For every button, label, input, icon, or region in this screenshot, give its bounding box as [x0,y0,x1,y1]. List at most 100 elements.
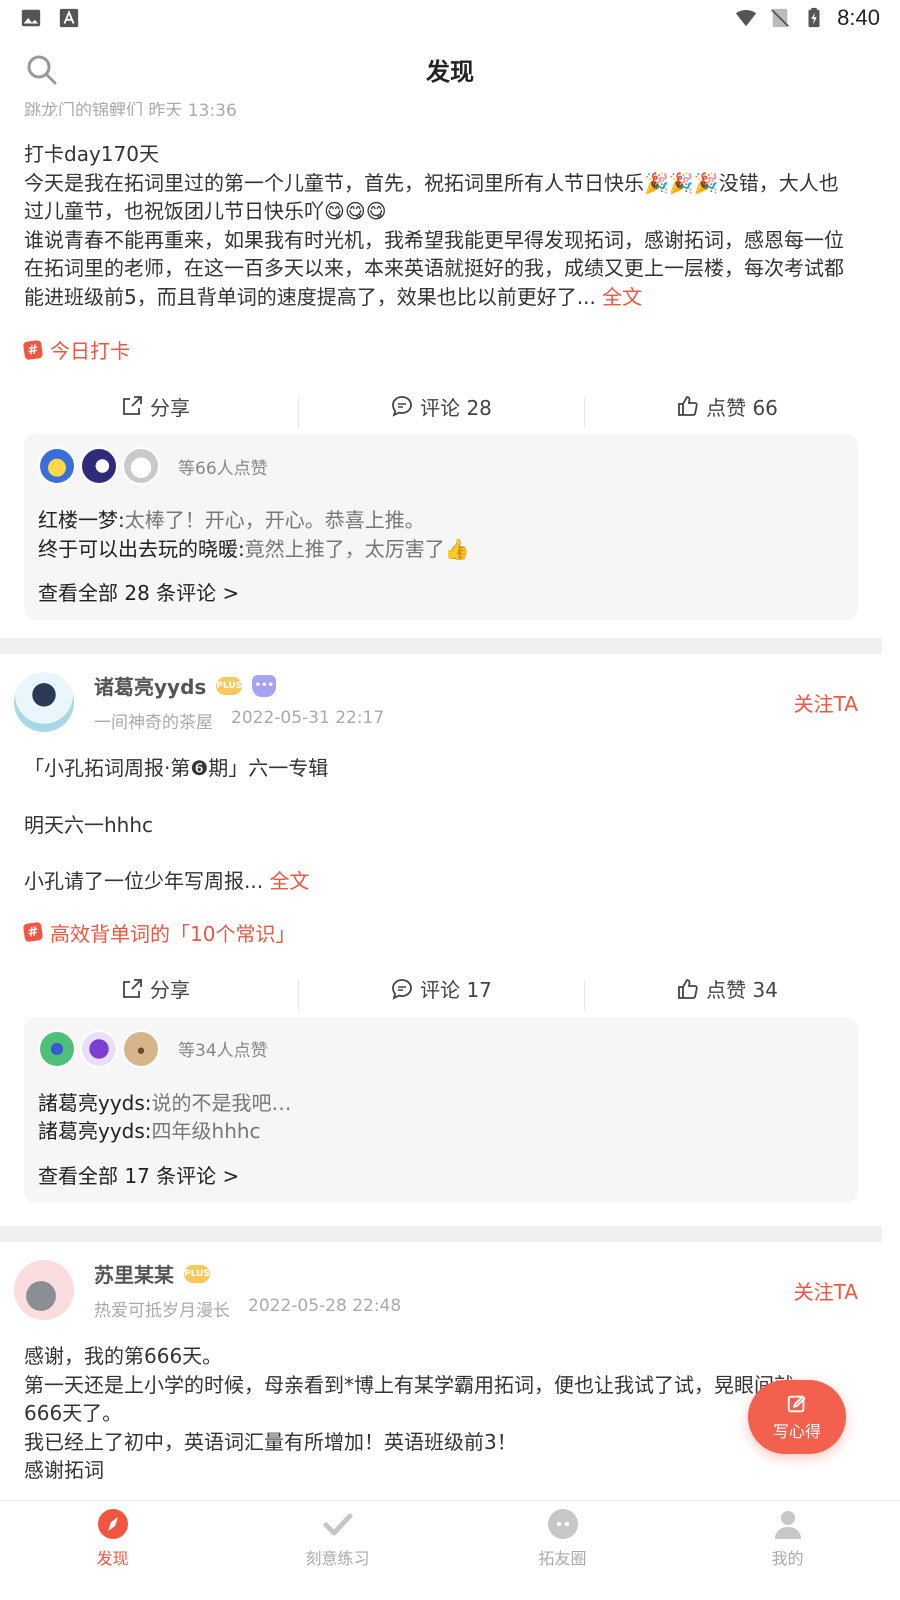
comment-text: 说的不是我吧… [151,1090,292,1115]
view-all-comments-link[interactable]: 查看全部 28 条评论 > [38,577,844,606]
post-time: 2022-05-31 22:17 [231,708,385,728]
post-line: 感谢拓词 [24,1458,104,1482]
post-author: 诸葛亮yyds PLUS ••• 一间神奇的茶屋 2022-05-31 22:1… [0,668,882,736]
tab-label: 发现 [96,1549,129,1568]
plus-badge-icon: PLUS [184,1264,210,1283]
post-line: 我已经上了初中，英语词汇量有所增加！英语班级前3！ [24,1429,517,1454]
post-line: 打卡day170天 [24,142,159,166]
post-line-text: 小孔请了一位少年写周报... [24,869,264,893]
likes-count: 等34人点赞 [178,1041,268,1061]
author-group[interactable]: 热爱可抵岁月漫长 [94,1296,230,1321]
post-meta-partial: 跳龙门的锦鲤们 昨天 13:36 [24,102,237,116]
follow-button[interactable]: 关注TA [794,688,858,717]
tab-label: 刻意练习 [305,1549,370,1568]
hashtag-icon: # [22,921,44,943]
like-button[interactable]: 点赞 66 [584,392,870,428]
feed-post: 苏里某某 PLUS 热爱可抵岁月漫长 2022-05-28 22:48 关注TA… [0,1256,882,1485]
comment-list: 諸葛亮yyds:说的不是我吧… 諸葛亮yyds:四年级hhhc [38,1089,844,1146]
comment-item[interactable]: 红楼一梦:太棒了！开心，开心。恭喜上推。 [38,506,844,535]
comment-item[interactable]: 终于可以出去玩的晓暖:竟然上推了，太厉害了👍 [38,535,844,564]
liker-avatars[interactable]: 等66人点赞 [38,446,844,486]
bottom-navigation: 发现 刻意练习 拓友圈 我的 [0,1500,900,1600]
discover-feed[interactable]: 跳龙门的锦鲤们 昨天 13:36 打卡day170天 今天是我在拓词里过的第一个… [0,102,900,1530]
post-line: 谁说青春不能再重来，如果我有时光机，我希望我能更早得发现拓词，感谢拓词，感恩每一… [24,226,858,312]
author-name[interactable]: 苏里某某 [94,1259,174,1288]
tab-profile[interactable]: 我的 [675,1501,900,1600]
post-line: 小孔请了一位少年写周报... 全文 [24,867,858,896]
author-name[interactable]: 诸葛亮yyds [94,671,206,700]
share-icon [123,396,142,415]
search-icon[interactable] [26,54,58,86]
post-line: 「小孔拓词周报·第❻期」六一专辑 [24,756,329,780]
liker-avatars[interactable]: 等34人点赞 [38,1029,844,1069]
tab-label: 我的 [771,1549,804,1568]
avatar [122,1029,160,1068]
comment-item[interactable]: 諸葛亮yyds:四年级hhhc [38,1117,844,1146]
like-button[interactable]: 点赞 34 [584,974,870,1010]
chat-bubble-icon [546,1507,580,1541]
post-divider [0,1226,882,1242]
topic-tag[interactable]: # 高效背单词的「10个常识」 [0,918,882,947]
cat-badge-icon: ••• [252,674,277,697]
font-notification-icon [59,8,79,28]
avatar [38,447,76,485]
comment-text: 竟然上推了，太厉害了👍 [244,536,470,561]
status-bar: 8:40 [0,0,900,36]
comment-label: 评论 28 [420,395,492,420]
post-body[interactable]: 打卡day170天 今天是我在拓词里过的第一个儿童节，首先，祝拓词里所有人节日快… [0,140,882,311]
likes-count: 等66人点赞 [178,458,268,479]
wifi-icon [736,9,757,27]
edit-icon [787,1394,806,1412]
battery-charging-icon [808,7,820,28]
avatar[interactable] [14,672,74,732]
view-all-comments-link[interactable]: 查看全部 17 条评论 > [38,1160,844,1189]
top-header: 发现 [0,36,900,102]
post-actions: 分享 评论 17 点赞 34 [0,967,882,1011]
share-button[interactable]: 分享 [12,392,298,421]
follow-button[interactable]: 关注TA [794,1276,858,1305]
avatar [122,447,160,485]
user-icon [771,1507,805,1541]
topic-tag[interactable]: # 今日打卡 [0,335,882,364]
post-body[interactable]: 「小孔拓词周报·第❻期」六一专辑 明天六一hhhc 小孔请了一位少年写周报...… [0,754,882,896]
post-line: 今天是我在拓词里过的第一个儿童节，首先，祝拓词里所有人节日快乐🎉🎉🎉没错，大人也… [24,170,839,224]
avatar [80,447,118,485]
share-icon [123,978,142,998]
post-line: 第一天还是上小学的时候，母亲看到*博上有某学霸用拓词，便也让我试了试，晃眼间就 [24,1372,794,1397]
topic-label: 今日打卡 [50,339,130,363]
post-author: 苏里某某 PLUS 热爱可抵岁月漫长 2022-05-28 22:48 关注TA [0,1256,882,1324]
clock: 8:40 [837,5,880,30]
thumbs-up-icon [678,396,698,416]
plus-badge-icon: PLUS [216,676,243,695]
post-line: 明天六一hhhc [24,812,154,837]
like-label: 点赞 66 [706,395,778,420]
checkmark-icon [321,1507,355,1541]
commenter-name: 红楼一梦: [38,508,125,532]
share-button[interactable]: 分享 [12,974,298,1003]
page-title: 发现 [426,57,474,86]
post-actions: 分享 评论 28 点赞 66 [0,384,882,428]
read-more-link[interactable]: 全文 [269,869,309,893]
like-label: 点赞 34 [706,978,778,1002]
tab-practice[interactable]: 刻意练习 [225,1501,450,1600]
avatar [80,1029,118,1068]
comment-button[interactable]: 评论 28 [298,392,584,428]
write-post-button[interactable]: 写心得 [748,1380,846,1454]
comment-preview: 等34人点赞 諸葛亮yyds:说的不是我吧… 諸葛亮yyds:四年级hhhc 查… [24,1016,858,1203]
author-group[interactable]: 一间神奇的茶屋 [94,708,213,733]
thumbs-up-icon [678,978,698,999]
feed-post: 打卡day170天 今天是我在拓词里过的第一个儿童节，首先，祝拓词里所有人节日快… [0,140,882,620]
comment-item[interactable]: 諸葛亮yyds:说的不是我吧… [38,1089,844,1118]
write-post-label: 写心得 [772,1421,821,1441]
tab-discover[interactable]: 发现 [0,1501,225,1600]
post-line: 666天了。 [24,1401,123,1425]
read-more-link[interactable]: 全文 [602,285,642,309]
commenter-name: 諸葛亮yyds: [38,1119,152,1143]
comment-icon [392,978,412,1000]
avatar[interactable] [14,1260,74,1320]
tab-friends[interactable]: 拓友圈 [450,1501,675,1600]
share-label: 分享 [150,978,190,1002]
comment-button[interactable]: 评论 17 [298,974,584,1010]
share-label: 分享 [150,395,190,420]
compass-icon [96,1507,130,1541]
